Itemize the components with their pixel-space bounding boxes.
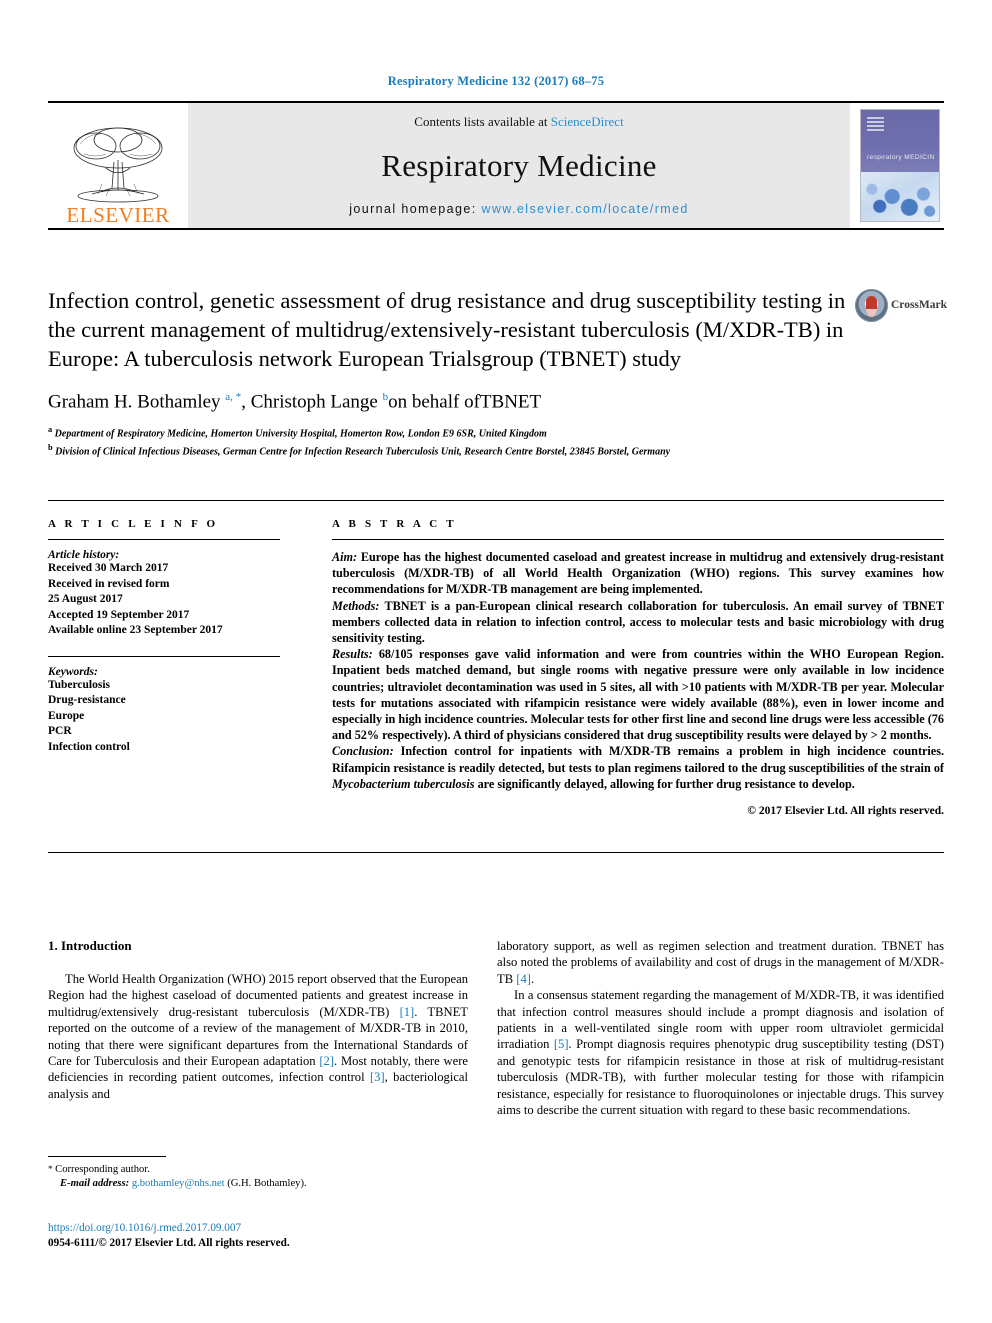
abstract-top-rule: [48, 500, 944, 501]
abstract-results-text: 68/105 responses gave valid information …: [332, 647, 944, 743]
asterisk-icon: *: [48, 1164, 53, 1174]
citation-ref-5[interactable]: [5]: [554, 1037, 569, 1051]
journal-homepage-line: journal homepage: www.elsevier.com/locat…: [349, 202, 689, 216]
document-footer: https://doi.org/10.1016/j.rmed.2017.09.0…: [48, 1221, 548, 1251]
doi-link[interactable]: https://doi.org/10.1016/j.rmed.2017.09.0…: [48, 1221, 548, 1236]
running-head: Respiratory Medicine 132 (2017) 68–75: [387, 74, 605, 88]
corresponding-author-text: Corresponding author.: [55, 1164, 150, 1175]
citation-ref-2[interactable]: [2]: [319, 1054, 334, 1068]
keyword-item: Tuberculosis: [48, 678, 110, 691]
email-attribution: (G.H. Bothamley).: [227, 1178, 307, 1189]
contents-prefix: Contents lists available at: [414, 114, 551, 129]
history-item: Received in revised form: [48, 577, 170, 590]
introduction-heading: 1. Introduction: [48, 938, 132, 953]
crossmark-badge[interactable]: CrossMark: [855, 288, 947, 328]
keywords-rule: [48, 655, 280, 657]
crossmark-circle-icon: [855, 289, 888, 322]
citation-ref-3[interactable]: [3]: [370, 1070, 385, 1084]
abstract-aim-label: Aim:: [332, 550, 358, 564]
body-column-right: laboratory support, as well as regimen s…: [497, 938, 944, 1118]
abstract-heading: A B S T R A C T: [332, 518, 457, 530]
intro-p1-cont-a: laboratory support, as well as regimen s…: [497, 939, 944, 986]
cover-publisher-mark-icon: [867, 116, 884, 131]
history-item: 25 August 2017: [48, 593, 123, 605]
history-item: Available online 23 September 2017: [48, 624, 223, 636]
homepage-url-link[interactable]: www.elsevier.com/locate/rmed: [481, 202, 688, 216]
footnote-rule: [48, 1156, 166, 1157]
corresponding-author-line: * Corresponding author.: [48, 1162, 468, 1177]
abstract-conclusion-text-2: are significantly delayed, allowing for …: [474, 776, 855, 791]
keyword-item: Europe: [48, 709, 85, 722]
abstract-results-label: Results:: [332, 647, 373, 662]
elsevier-wordmark: ELSEVIER: [66, 203, 170, 227]
journal-cover-thumbnail: respiratory MEDICINE www.elsevier.com: [860, 109, 940, 222]
crossmark-inner-shape-icon: [866, 296, 877, 317]
cover-micrograph-image: [861, 172, 939, 221]
citation-ref-4[interactable]: [4]: [516, 972, 531, 986]
history-item: Received 30 March 2017: [48, 562, 169, 574]
article-history-label: Article history:: [48, 549, 120, 561]
article-info-rule: [48, 539, 280, 540]
title-block: Infection control, genetic assessment of…: [48, 286, 878, 459]
keyword-item: Drug-resistance: [48, 694, 126, 706]
keyword-item: Infection control: [48, 740, 130, 753]
affiliation-a-text: Department of Respiratory Medicine, Home…: [54, 428, 547, 440]
email-link[interactable]: g.bothamley@nhs.net: [132, 1178, 225, 1189]
abstract-methods-text: TBNET is a pan-European clinical researc…: [332, 598, 944, 646]
elsevier-logo: ELSEVIER: [48, 103, 188, 228]
affiliation-b-text: Division of Clinical Infectious Diseases…: [55, 446, 671, 458]
cover-journal-title: respiratory MEDICINE: [867, 154, 935, 162]
article-info-column: A R T I C L E I N F O Article history: R…: [48, 518, 280, 755]
elsevier-tree-icon: [73, 127, 163, 203]
abstract-rule: [332, 539, 944, 540]
journal-title: Respiratory Medicine: [381, 148, 657, 183]
journal-masthead: ELSEVIER Contents lists available at Sci…: [48, 101, 944, 230]
article-info-heading: A R T I C L E I N F O: [48, 518, 219, 530]
introduction-paragraph-1-continued: laboratory support, as well as regimen s…: [497, 938, 944, 987]
journal-banner: Contents lists available at ScienceDirec…: [188, 103, 850, 228]
abstract-column: A B S T R A C T Aim: Europe has the high…: [332, 518, 944, 817]
crossmark-label: CrossMark: [891, 299, 948, 311]
affiliation-b: b Division of Clinical Infectious Diseas…: [48, 443, 671, 458]
abstract-methods: Methods: TBNET is a pan-European clinica…: [332, 598, 944, 647]
article-page: Respiratory Medicine 132 (2017) 68–75 EL…: [0, 0, 992, 1323]
body-column-left: 1. Introduction The World Health Organiz…: [48, 938, 468, 1102]
abstract-copyright: © 2017 Elsevier Ltd. All rights reserved…: [747, 805, 944, 818]
intro-p1-cont-b: .: [530, 971, 535, 986]
abstract-conclusion: Conclusion: Infection control for inpati…: [332, 743, 944, 792]
contents-available-line: Contents lists available at ScienceDirec…: [414, 114, 623, 130]
issn-copyright-line: 0954-6111/© 2017 Elsevier Ltd. All right…: [48, 1237, 290, 1249]
abstract-bottom-rule: [48, 852, 944, 853]
abstract-aim-text: Europe has the highest documented caselo…: [332, 550, 944, 597]
abstract-methods-label: Methods:: [332, 598, 380, 613]
email-label: E-mail address:: [60, 1178, 130, 1189]
abstract-conclusion-label: Conclusion:: [332, 744, 394, 759]
sciencedirect-link[interactable]: ScienceDirect: [551, 114, 624, 129]
article-title: Infection control, genetic assessment of…: [48, 288, 846, 371]
introduction-paragraph-2: In a consensus statement regarding the m…: [497, 987, 944, 1118]
article-history-list: Received 30 March 2017 Received in revis…: [48, 561, 280, 639]
abstract-conclusion-text-1: Infection control for inpatients with M/…: [332, 744, 944, 775]
author-list: Graham H. Bothamley a, *, Christoph Lang…: [48, 391, 542, 413]
keyword-item: PCR: [48, 725, 72, 737]
introduction-paragraph-1: The World Health Organization (WHO) 2015…: [48, 971, 468, 1102]
abstract-results: Results: 68/105 responses gave valid inf…: [332, 646, 944, 743]
abstract-aim: Aim: Europe has the highest documented c…: [332, 549, 944, 598]
abstract-conclusion-species: Mycobacterium tuberculosis: [332, 776, 475, 791]
keywords-label: Keywords:: [48, 665, 98, 678]
affiliation-a: a Department of Respiratory Medicine, Ho…: [48, 425, 547, 440]
citation-ref-1[interactable]: [1]: [400, 1005, 415, 1019]
keywords-block: Keywords: Tuberculosis Drug-resistance E…: [48, 655, 280, 756]
email-line: E-mail address: g.bothamley@nhs.net (G.H…: [48, 1177, 468, 1191]
corresponding-author-footnote: * Corresponding author. E-mail address: …: [48, 1156, 468, 1191]
homepage-prefix: journal homepage:: [349, 202, 482, 216]
affiliations: a Department of Respiratory Medicine, Ho…: [48, 423, 878, 459]
history-item: Accepted 19 September 2017: [48, 608, 190, 621]
